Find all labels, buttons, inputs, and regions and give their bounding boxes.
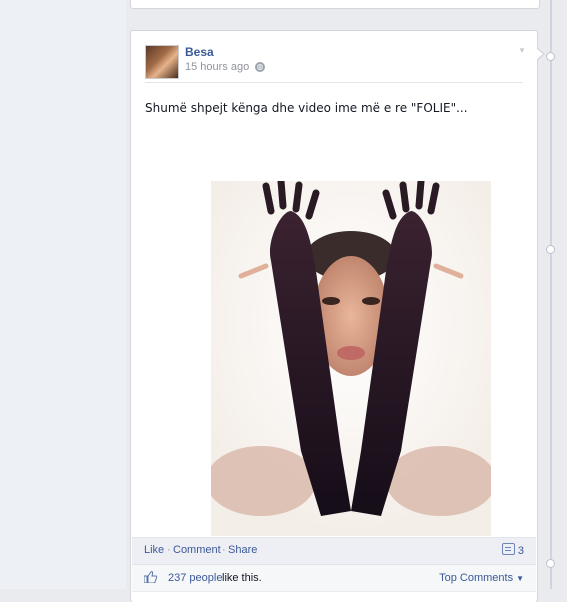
- top-comments-dropdown[interactable]: Top Comments ▼: [439, 572, 524, 584]
- timeline-dot: [546, 52, 555, 61]
- post-photo[interactable]: [211, 181, 491, 536]
- timeline-spine: [550, 0, 552, 589]
- comment-button[interactable]: Comment: [173, 544, 221, 556]
- post-actions-bar: Like · Comment · Share 3: [132, 537, 536, 564]
- photo-illustration: [211, 181, 491, 536]
- timeline-dot: [546, 559, 555, 568]
- timeline-pointer-inner: [537, 49, 543, 59]
- separator: ·: [222, 544, 226, 556]
- header-divider: [145, 82, 523, 83]
- share-button[interactable]: Share: [228, 544, 257, 556]
- chevron-down-icon: ▼: [516, 574, 524, 583]
- comment-icon: [501, 543, 515, 555]
- likes-count-link[interactable]: 237 people: [168, 572, 222, 584]
- comment-count[interactable]: 3: [501, 543, 524, 557]
- top-comments-label: Top Comments: [439, 572, 514, 584]
- avatar[interactable]: [145, 45, 179, 79]
- post-timestamp[interactable]: 15 hours ago: [185, 61, 249, 73]
- likes-bar: 237 people like this. Top Comments ▼: [132, 564, 536, 591]
- timeline-dot: [546, 245, 555, 254]
- post-author[interactable]: Besa: [185, 45, 214, 59]
- likes-suffix: like this.: [222, 572, 262, 584]
- separator: ·: [167, 544, 171, 556]
- comment-area: [132, 591, 536, 602]
- post-card: Besa 15 hours ago ◍ ▾ Shumë shpejt kënga…: [130, 30, 538, 602]
- globe-icon: ◍: [255, 62, 265, 72]
- previous-post-card: [130, 0, 540, 9]
- left-column-background: [0, 0, 126, 589]
- like-thumb-icon: [144, 571, 157, 583]
- comment-count-value: 3: [517, 545, 524, 557]
- chevron-down-icon[interactable]: ▾: [517, 45, 527, 55]
- post-message: Shumë shpejt kënga dhe video ime më e re…: [145, 101, 468, 115]
- like-button[interactable]: Like: [144, 544, 164, 556]
